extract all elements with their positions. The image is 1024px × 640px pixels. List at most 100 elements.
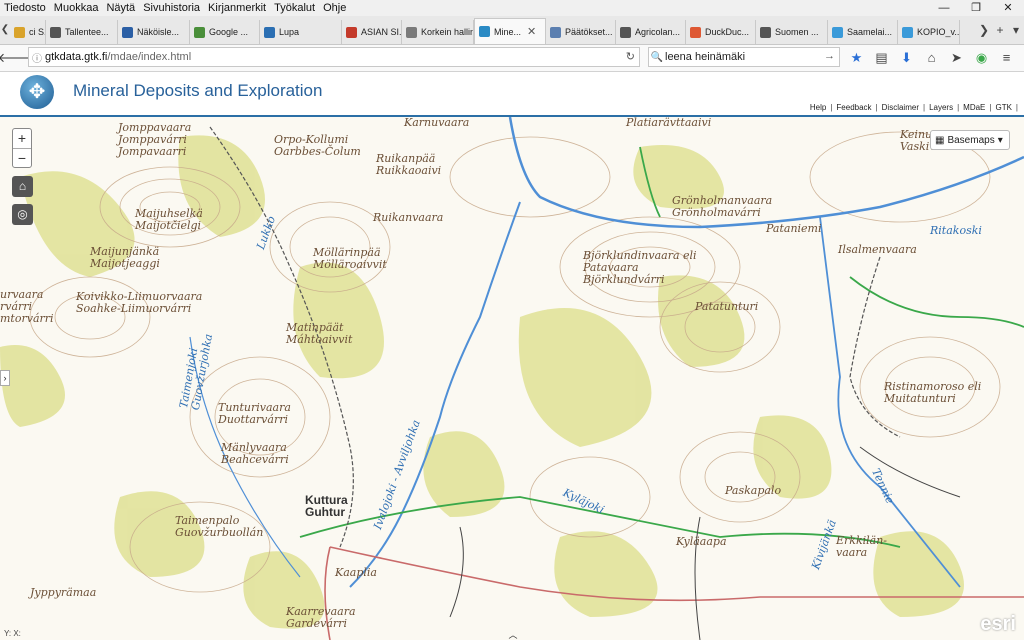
- town-label-kuttura: Kuttura Guhtur: [305, 493, 348, 519]
- url-bar[interactable]: ⓘ gtkdata.gtk.fi/mdae/index.html ↻: [28, 47, 640, 67]
- tab-favicon-icon: [194, 26, 205, 38]
- map-label: Patatunturi: [695, 300, 759, 313]
- minimize-button[interactable]: —: [928, 0, 960, 16]
- tab-favicon-icon: [14, 26, 25, 38]
- header-links: Help | Feedback | Disclaimer | Layers | MDaE…: [809, 103, 1018, 112]
- zoom-out-button[interactable]: −: [13, 149, 31, 168]
- hamburger-menu-icon[interactable]: ≡: [994, 47, 1019, 69]
- tab-scroll-right-icon[interactable]: ❯: [976, 23, 992, 37]
- home-icon[interactable]: ⌂: [919, 47, 944, 69]
- map-label: Platiarävttaaivi: [626, 117, 712, 129]
- home-icon: ⌂: [18, 179, 27, 193]
- tab-5[interactable]: ASIAN SI...: [342, 20, 402, 44]
- map-label: Orpo-Kollumi Oarbbes-Čolum: [274, 133, 361, 158]
- home-extent-button[interactable]: ⌂: [12, 176, 33, 197]
- help-link[interactable]: Help: [810, 103, 826, 112]
- tab-scroll-left-icon[interactable]: ❮: [0, 16, 10, 44]
- map-label: Björklundinvaara eli Patavaara Björklundvá…: [583, 249, 697, 286]
- map-label: Ristinamoroso eli Muitatunturi: [884, 380, 982, 405]
- map-label: Grönholmanvaara Grönholmavárri: [672, 194, 773, 219]
- map-label: Erkkilän-vaara: [836, 534, 888, 559]
- tab-3[interactable]: Google ...: [190, 20, 260, 44]
- search-go-arrow-icon[interactable]: →: [824, 50, 835, 62]
- tab-favicon-icon: [406, 26, 417, 38]
- tab-favicon-icon: [832, 26, 843, 38]
- app-title: Mineral Deposits and Exploration: [73, 81, 323, 100]
- back-arrow-icon[interactable]: 🡐: [0, 47, 32, 69]
- menu-bookmarks[interactable]: Kirjanmerkit: [204, 2, 270, 14]
- search-bar[interactable]: 🔍 leena heinämäki →: [648, 47, 840, 67]
- tab-4[interactable]: Lupa: [260, 20, 342, 44]
- zoom-in-button[interactable]: +: [13, 129, 31, 149]
- tab-favicon-icon: [50, 26, 61, 38]
- reload-icon[interactable]: ↻: [626, 50, 635, 63]
- coordinate-readout: Y: X:: [4, 629, 21, 638]
- map-label: Maijunjänkä Maijotjeaggi: [90, 245, 160, 270]
- tab-6[interactable]: Korkein hallin...: [402, 20, 474, 44]
- grid-icon: ▦: [935, 134, 945, 146]
- tab-favicon-icon: [479, 26, 490, 37]
- map-label: Möllärinpää Mölläroaivvit: [313, 246, 387, 271]
- search-input[interactable]: leena heinämäki: [665, 51, 745, 63]
- feedback-link[interactable]: Feedback: [836, 103, 871, 112]
- menu-tools[interactable]: Työkalut: [270, 2, 319, 14]
- tab-8[interactable]: Päätökset...: [546, 20, 616, 44]
- map-label: Mänlyvaara Beahcevárri: [221, 441, 289, 466]
- basemaps-button[interactable]: ▦ Basemaps ▾: [930, 130, 1010, 150]
- tab-1[interactable]: Tallentee...: [46, 20, 118, 44]
- send-icon[interactable]: ➤: [944, 47, 969, 69]
- tab-favicon-icon: [690, 26, 701, 38]
- tab-active-mineral[interactable]: Mine... ✕: [474, 18, 546, 44]
- tab-12[interactable]: Saamelai...: [828, 20, 898, 44]
- map-label: Taimenpalo Guovžurbuollán: [175, 514, 264, 539]
- tab-favicon-icon: [346, 26, 357, 38]
- extension-icon[interactable]: ◉: [969, 47, 994, 69]
- tab-2[interactable]: Näköisle...: [118, 20, 190, 44]
- info-icon[interactable]: ⓘ: [29, 50, 45, 65]
- tab-bar: ❮ ci S... Tallentee... Näköisle... Googl…: [0, 16, 1024, 45]
- reading-list-icon[interactable]: ▤: [869, 47, 894, 69]
- menu-view[interactable]: Näytä: [102, 2, 139, 14]
- navigation-bar: 🡐 ⓘ gtkdata.gtk.fi/mdae/index.html ↻ 🔍 l…: [0, 45, 1024, 72]
- map-label: urvaara rvárri mtorvárri: [0, 288, 54, 325]
- gtk-logo-icon[interactable]: [20, 75, 54, 109]
- layers-link[interactable]: Layers: [929, 103, 953, 112]
- tab-list-icon[interactable]: ▾: [1008, 23, 1024, 37]
- locate-button[interactable]: ◎: [12, 204, 33, 225]
- map-label: Karnuvaara: [404, 117, 470, 129]
- map-label: Paskapalo: [725, 484, 782, 497]
- bookmark-star-icon[interactable]: ★: [844, 47, 869, 69]
- tab-0[interactable]: ci S...: [10, 20, 46, 44]
- tab-favicon-icon: [550, 26, 561, 38]
- map-view[interactable]: Jomppavaara Jomppavárri Jompavaarri Orpo-K…: [0, 117, 1024, 640]
- menu-bar: Tiedosto Muokkaa Näytä Sivuhistoria Kirj…: [0, 0, 1024, 16]
- menu-file[interactable]: Tiedosto: [0, 2, 50, 14]
- map-label: Tunturivaara Duottarvárri: [218, 401, 291, 426]
- bottom-panel-toggle[interactable]: ︿: [505, 628, 521, 640]
- maximize-button[interactable]: ❐: [960, 0, 992, 16]
- tab-11[interactable]: Suomen ...: [756, 20, 828, 44]
- download-icon[interactable]: ⬇: [894, 47, 919, 69]
- zoom-control: + −: [12, 128, 32, 168]
- tab-13[interactable]: KOPIO_v...: [898, 20, 960, 44]
- close-window-button[interactable]: ✕: [992, 0, 1024, 16]
- menu-edit[interactable]: Muokkaa: [50, 2, 103, 14]
- river-label: Ritakoski: [930, 224, 982, 237]
- menu-history[interactable]: Sivuhistoria: [139, 2, 204, 14]
- gtk-link[interactable]: GTK: [995, 103, 1011, 112]
- new-tab-icon[interactable]: +: [992, 23, 1008, 37]
- disclaimer-link[interactable]: Disclaimer: [882, 103, 919, 112]
- tab-10[interactable]: DuckDuc...: [686, 20, 756, 44]
- chevron-down-icon: ▾: [997, 134, 1003, 146]
- menu-help[interactable]: Ohje: [319, 2, 350, 14]
- map-label: Ruikanpää Ruikkaoaivi: [376, 152, 442, 177]
- mdae-link[interactable]: MDaE: [963, 103, 985, 112]
- map-label: Kaarrevaara Gardevárri: [286, 605, 356, 630]
- map-label: Matinpäät Máhtoaivvit: [286, 321, 353, 346]
- map-label: Ilsalmenvaara: [838, 243, 917, 256]
- tab-9[interactable]: Agricolan...: [616, 20, 686, 44]
- side-panel-toggle[interactable]: ›: [0, 370, 10, 386]
- tab-close-icon[interactable]: ✕: [527, 25, 536, 38]
- search-icon: 🔍: [650, 51, 664, 63]
- tab-favicon-icon: [760, 26, 771, 38]
